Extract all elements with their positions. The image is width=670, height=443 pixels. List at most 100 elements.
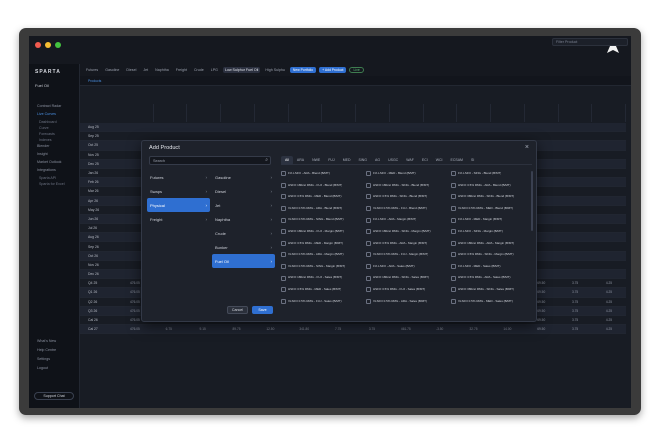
product-option[interactable]: HSFO 180cst RMG - FUJ - Blend (B/MT) <box>281 180 362 192</box>
sidebar-bottom-item[interactable]: Logout <box>37 366 48 370</box>
product-option[interactable]: HSFO 3.5% RMG - MED - Sales (B/MT) <box>281 284 362 296</box>
product-option[interactable]: 1% LSFO - MED - Sales (B/MT) <box>451 261 532 273</box>
product-option[interactable]: VLSFO 0.5% RMG - FUJ - Blend (B/MT) <box>366 203 447 215</box>
checkbox[interactable] <box>451 171 456 177</box>
product-option[interactable]: HSFO 180cst RMG - SING - Sales (B/MT) <box>366 272 447 284</box>
product-option[interactable]: 1% LSFO - MED - Margin (B/MT) <box>451 214 532 226</box>
product-category-item[interactable]: Jet › <box>212 198 275 212</box>
region-filter-tab[interactable]: NWE <box>308 156 324 165</box>
sidebar-item[interactable]: Blender <box>37 144 49 148</box>
product-option[interactable]: HSFO 180cst RMG - FUJ - Margin (B/MT) <box>281 226 362 238</box>
product-scrollbar[interactable] <box>531 171 533 231</box>
checkbox[interactable] <box>281 229 286 235</box>
top-tab[interactable]: Jet <box>141 67 150 73</box>
region-filter-tab[interactable]: FUJ <box>324 156 338 165</box>
save-button[interactable]: Save <box>252 306 273 314</box>
live-toggle[interactable]: Live <box>349 67 364 73</box>
product-option[interactable]: 1% LSFO - SING - Margin (B/MT) <box>451 226 532 238</box>
product-option[interactable]: VLSFO 0.5% RMG - MED - Blend (B/MT) <box>451 203 532 215</box>
sidebar-bottom-item[interactable]: Settings <box>37 357 50 361</box>
workspace-select[interactable]: Fuel Oil <box>35 83 49 88</box>
top-tab[interactable]: Freight <box>174 67 189 73</box>
product-option[interactable]: HSFO 180cst RMG - FUJ - Sales (B/MT) <box>281 272 362 284</box>
region-filter-tab[interactable]: ECI <box>418 156 432 165</box>
top-tab[interactable]: Low Sulphur Fuel Oil <box>222 67 261 73</box>
checkbox[interactable] <box>281 240 286 246</box>
checkbox[interactable] <box>366 252 371 258</box>
checkbox[interactable] <box>451 298 456 304</box>
product-option[interactable]: VLSFO 0.5% RMG - SING - Blend (B/MT) <box>281 214 362 226</box>
product-option[interactable]: VLSFO 0.5% RMG - SING - Margin (B/MT) <box>281 261 362 273</box>
checkbox[interactable] <box>366 240 371 246</box>
close-dot[interactable] <box>35 42 41 48</box>
product-option[interactable]: HSFO 380cst RMG - SING - Sales (B/MT) <box>451 284 532 296</box>
sidebar-item[interactable]: Contract Radar <box>37 104 61 108</box>
product-option[interactable]: 1% LSFO - ARA - Blend (B/MT) <box>281 168 362 180</box>
product-category-item[interactable]: Gasoline › <box>212 170 275 184</box>
table-row[interactable]: Cal 27 476.05 6.75 9.15 89.75 12.50 341.80 7.75… <box>80 325 626 335</box>
product-option[interactable]: 1% LSFO - SING - Blend (B/MT) <box>451 168 532 180</box>
checkbox[interactable] <box>281 287 286 293</box>
maximize-dot[interactable] <box>55 42 61 48</box>
checkbox[interactable] <box>281 298 286 304</box>
new-portfolio-button[interactable]: New Portfolio <box>289 67 317 73</box>
checkbox[interactable] <box>281 182 286 188</box>
product-option[interactable]: VLSFO 0.5% RMG - FUJ - Sales (B/MT) <box>281 296 362 308</box>
sidebar-item[interactable]: Insight <box>37 152 48 156</box>
product-option[interactable]: 1% LSFO - ARA - Margin (B/MT) <box>366 214 447 226</box>
top-tab[interactable]: Naphtha <box>153 67 171 73</box>
checkbox[interactable] <box>281 275 286 281</box>
product-option[interactable]: HSFO 3.5% RMG - FUJ - Sales (B/MT) <box>366 284 447 296</box>
minimize-dot[interactable] <box>45 42 51 48</box>
checkbox[interactable] <box>451 182 456 188</box>
checkbox[interactable] <box>366 275 371 281</box>
product-option[interactable]: HSFO 3.5% RMG - SING - Blend (B/MT) <box>366 191 447 203</box>
products-tab[interactable]: Products <box>88 79 101 83</box>
product-category-item[interactable]: Fuel Oil › <box>212 254 275 268</box>
instrument-type-item[interactable]: Freight › <box>147 212 210 226</box>
product-option[interactable]: HSFO 180cst RMG - SING - Margin (B/MT) <box>366 226 447 238</box>
checkbox[interactable] <box>366 217 371 223</box>
checkbox[interactable] <box>366 264 371 270</box>
checkbox[interactable] <box>451 275 456 281</box>
sidebar-bottom-item[interactable]: Help Centre <box>37 348 56 352</box>
top-tab[interactable]: LPG <box>209 67 220 73</box>
close-icon[interactable]: × <box>525 144 529 151</box>
sidebar-item[interactable]: Dashboard <box>39 120 57 124</box>
checkbox[interactable] <box>366 206 371 212</box>
product-option[interactable]: HSFO 3.5% RMG - MED - Blend (B/MT) <box>281 191 362 203</box>
checkbox[interactable] <box>366 182 371 188</box>
region-filter-tab[interactable]: MED <box>339 156 355 165</box>
instrument-type-item[interactable]: Futures › <box>147 170 210 184</box>
product-option[interactable]: 1% LSFO - MED - Blend (B/MT) <box>366 168 447 180</box>
region-filter-tab[interactable]: SI <box>467 156 478 165</box>
product-option[interactable]: VLSFO 0.5% RMG - FUJ - Margin (B/MT) <box>366 249 447 261</box>
checkbox[interactable] <box>451 240 456 246</box>
product-option[interactable]: VLSFO 0.5% RMG - ARA - Blend (B/MT) <box>281 203 362 215</box>
sidebar-item[interactable]: Curve <box>39 126 49 130</box>
region-filter-tab[interactable]: ARA <box>293 156 308 165</box>
sidebar-item[interactable]: Sparta for Excel <box>39 182 65 186</box>
table-row[interactable]: Aug 25 <box>80 123 626 133</box>
top-tab[interactable]: Gasoline <box>103 67 121 73</box>
checkbox[interactable] <box>366 171 371 177</box>
product-option[interactable]: HSFO 3.5% RMG - MED - Margin (B/MT) <box>281 238 362 250</box>
top-tab[interactable]: Diesel <box>124 67 138 73</box>
checkbox[interactable] <box>451 264 456 270</box>
checkbox[interactable] <box>366 287 371 293</box>
product-category-item[interactable]: Crude › <box>212 226 275 240</box>
sidebar-bottom-item[interactable]: What's New <box>37 339 56 343</box>
checkbox[interactable] <box>451 217 456 223</box>
region-filter-tab[interactable]: SING <box>354 156 371 165</box>
checkbox[interactable] <box>281 252 286 258</box>
sidebar-item[interactable]: Market Outlook <box>37 160 61 164</box>
checkbox[interactable] <box>281 194 286 200</box>
region-filter-tab[interactable]: All <box>281 155 293 165</box>
product-category-item[interactable]: Diesel › <box>212 184 275 198</box>
checkbox[interactable] <box>366 194 371 200</box>
sidebar-item[interactable]: Live Curves <box>37 112 56 116</box>
checkbox[interactable] <box>451 206 456 212</box>
product-option[interactable]: VLSFO 0.5% RMG - MED - Sales (B/MT) <box>451 296 532 308</box>
support-chat-button[interactable]: Support Chat <box>34 392 74 400</box>
top-tab[interactable]: Crude <box>192 67 206 73</box>
